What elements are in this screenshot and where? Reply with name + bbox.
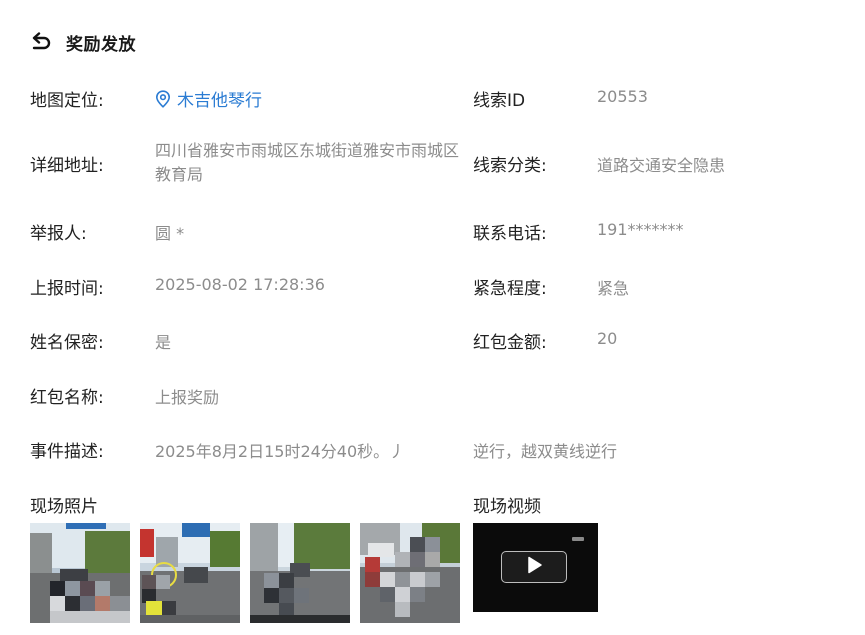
red-packet-name-label: 红包名称: <box>30 388 104 408</box>
report-time-value: 2025-08-02 17:28:36 <box>155 275 325 294</box>
play-button[interactable] <box>501 551 567 583</box>
scene-photo[interactable] <box>140 523 240 623</box>
anonymous-value: 是 <box>155 333 172 352</box>
location-value[interactable]: 木吉他琴行 <box>177 86 262 111</box>
reporter-value: 圆 * <box>155 224 185 243</box>
scene-photo[interactable] <box>360 523 460 623</box>
event-desc-value-part1: 2025年8月2日15时24分40秒。丿 <box>155 442 406 461</box>
location-label: 地图定位: <box>30 91 104 111</box>
video-title: 现场视频 <box>473 497 541 517</box>
clue-id-value: 20553 <box>597 87 648 106</box>
urgency-value: 紧急 <box>597 279 630 298</box>
urgency-label: 紧急程度: <box>473 279 547 299</box>
header[interactable]: 奖励发放 <box>30 28 136 56</box>
address-value: 四川省雅安市雨城区东城街道雅安市雨城区教育局 <box>155 141 460 184</box>
location-pin-icon <box>155 89 171 108</box>
event-desc-label: 事件描述: <box>30 442 104 462</box>
phone-label: 联系电话: <box>473 224 547 244</box>
phone-value: 191******* <box>597 220 684 239</box>
red-packet-name-value: 上报奖励 <box>155 388 220 407</box>
back-arrow-icon[interactable] <box>30 32 52 52</box>
location-link[interactable]: 木吉他琴行 <box>155 86 262 111</box>
play-icon <box>524 555 544 579</box>
report-time-label: 上报时间: <box>30 279 104 299</box>
clue-category-label: 线索分类: <box>473 156 547 176</box>
clue-id-label: 线索ID <box>473 91 526 111</box>
page-title: 奖励发放 <box>66 34 136 55</box>
photos-title: 现场照片 <box>30 497 98 517</box>
video-indicator <box>572 537 584 541</box>
event-desc-value-part2: 逆行，越双黄线逆行 <box>473 442 618 461</box>
red-packet-amount-value: 20 <box>597 329 618 348</box>
clue-category-value: 道路交通安全隐患 <box>597 156 726 175</box>
reporter-label: 举报人: <box>30 224 87 244</box>
scene-video[interactable] <box>473 523 598 612</box>
reward-detail-page: 奖励发放 地图定位: 木吉他琴行 线索ID 20553 详细地址: 四川省雅安市… <box>0 0 865 635</box>
red-packet-amount-label: 红包金额: <box>473 333 547 353</box>
scene-photo[interactable] <box>250 523 350 623</box>
address-label: 详细地址: <box>30 156 104 176</box>
anonymous-label: 姓名保密: <box>30 333 104 353</box>
scene-photo[interactable] <box>30 523 130 623</box>
